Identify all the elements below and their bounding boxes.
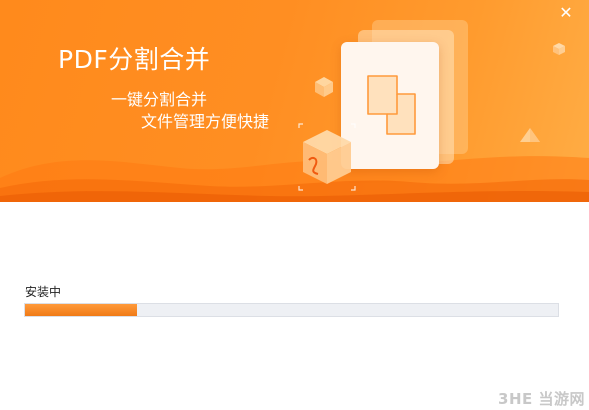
banner-subtitle-line1: 一键分割合并 [111, 90, 208, 109]
close-button[interactable]: ✕ [557, 4, 575, 22]
pdf-cube-icon [298, 123, 356, 191]
decorative-small-cube-icon [553, 43, 565, 55]
decorative-triangle-icon [520, 128, 540, 142]
install-progress-fill [25, 304, 137, 316]
banner-waves-decoration [0, 156, 589, 202]
install-status-label: 安装中 [25, 285, 62, 299]
install-progress-bar [24, 303, 559, 317]
close-icon: ✕ [559, 3, 573, 22]
header-banner: ✕ PDF分割合并 一键分割合并 文件管理方便快捷 [0, 0, 589, 202]
watermark-3he-logo: 3HE 当游网 [498, 390, 585, 408]
app-title: PDF分割合并 [58, 45, 211, 74]
decorative-cube-icon [315, 77, 333, 97]
banner-subtitle-line2: 文件管理方便快捷 [141, 112, 270, 131]
